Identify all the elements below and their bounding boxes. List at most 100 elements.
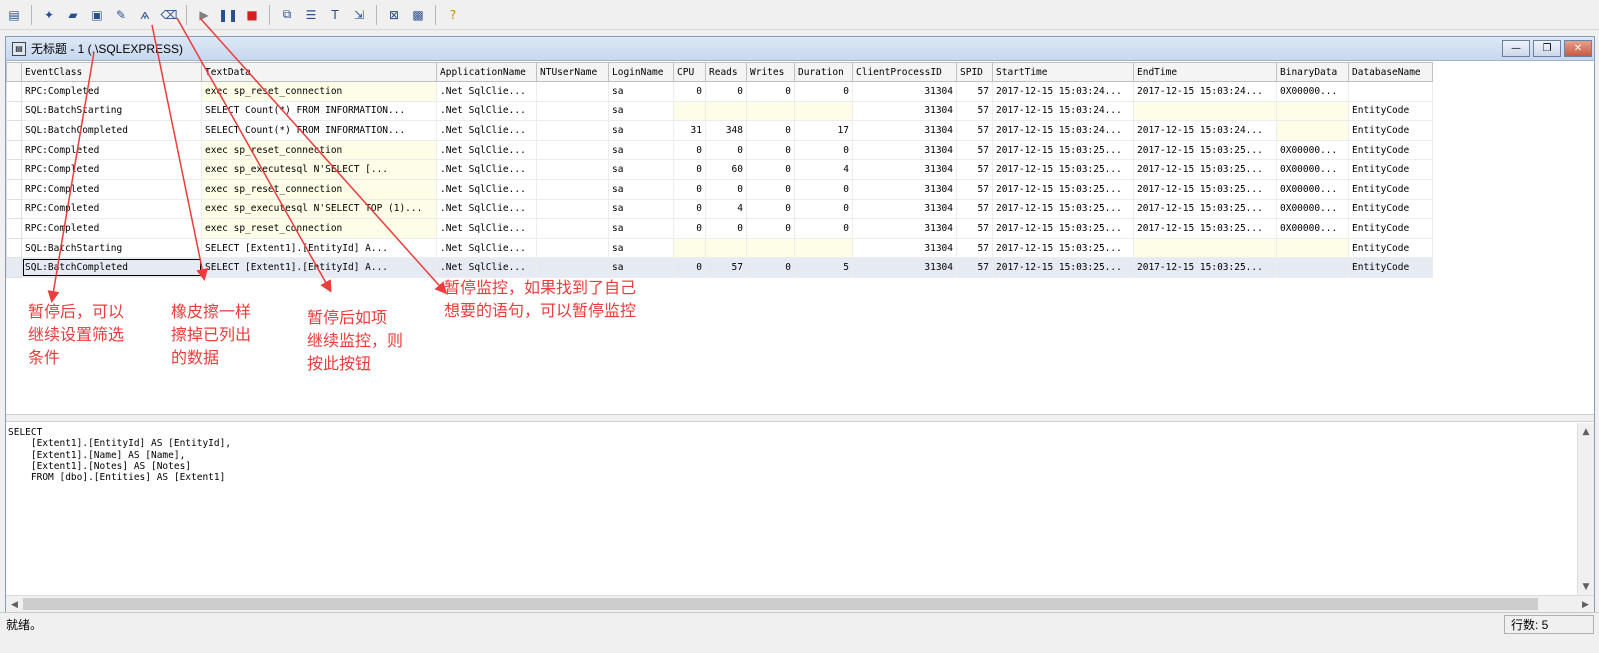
- column-header-starttime[interactable]: StartTime: [992, 62, 1134, 82]
- row-header[interactable]: [6, 159, 22, 180]
- template-icon[interactable]: ✎: [111, 5, 131, 25]
- row-header[interactable]: [6, 120, 22, 141]
- properties-icon[interactable]: ▤: [4, 5, 24, 25]
- run-icon[interactable]: ▶: [194, 5, 214, 25]
- cell-reads: 60: [705, 159, 747, 180]
- cell-cpu: 0: [673, 198, 706, 220]
- textdata-pane[interactable]: SELECT [Extent1].[EntityId] AS [EntityId…: [6, 423, 1576, 595]
- pause-icon[interactable]: ❚❚: [218, 5, 238, 25]
- cell-writes: 0: [746, 81, 795, 102]
- column-icon[interactable]: T: [325, 5, 345, 25]
- cell-reads: 0: [705, 178, 747, 200]
- cell-reads: [705, 100, 747, 122]
- cell-clientprocessid: 31304: [852, 178, 957, 200]
- row-header[interactable]: [6, 81, 22, 102]
- horizontal-scrollbar[interactable]: ◀ ▶: [6, 595, 1594, 612]
- window-titlebar[interactable]: ▤ 无标题 - 1 (.\SQLEXPRESS) — ❐ ✕: [6, 37, 1594, 61]
- scroll-up-icon[interactable]: ▲: [1578, 423, 1594, 440]
- column-header-endtime[interactable]: EndTime: [1133, 62, 1277, 82]
- scroll-right-icon[interactable]: ▶: [1577, 596, 1594, 613]
- cell-starttime: 2017-12-15 15:03:25...: [992, 139, 1134, 161]
- cell-databasename: EntityCode: [1348, 237, 1433, 259]
- column-header-binarydata[interactable]: BinaryData: [1276, 62, 1349, 82]
- table-row[interactable]: RPC:Completed exec sp_reset_connection .Ne…: [6, 178, 1433, 200]
- row-header[interactable]: [6, 257, 22, 278]
- cell-endtime: 2017-12-15 15:03:25...: [1133, 159, 1277, 180]
- column-header-writes[interactable]: Writes: [746, 62, 795, 82]
- annotation-eraser: 橡皮擦一样 擦掉已列出 的数据: [171, 302, 252, 367]
- table-row[interactable]: SQL:BatchCompleted SELECT [Extent1].[Enti…: [6, 257, 1433, 278]
- cell-cpu: 31: [673, 120, 706, 141]
- cell-ntusername: [536, 237, 609, 259]
- row-header[interactable]: [6, 237, 22, 259]
- close-button[interactable]: ✕: [1564, 40, 1592, 57]
- column-header-loginname[interactable]: LoginName: [608, 62, 674, 82]
- tuning-icon[interactable]: ⊠: [384, 5, 404, 25]
- cell-endtime: [1133, 100, 1277, 122]
- row-header[interactable]: [6, 218, 22, 239]
- vertical-scrollbar[interactable]: ▲ ▼: [1577, 423, 1594, 595]
- scroll-down-icon[interactable]: ▼: [1578, 578, 1594, 595]
- stop-icon[interactable]: ■: [242, 5, 262, 25]
- column-header-reads[interactable]: Reads: [705, 62, 747, 82]
- cell-writes: 0: [746, 159, 795, 180]
- table-row[interactable]: RPC:Completed exec sp_reset_connection .Ne…: [6, 139, 1433, 161]
- cell-applicationname: .Net SqlClie...: [436, 218, 537, 239]
- eraser-icon[interactable]: ⌫: [159, 5, 179, 25]
- scroll-left-icon[interactable]: ◀: [6, 596, 23, 613]
- find-icon[interactable]: ѧ: [135, 5, 155, 25]
- cell-cpu: 0: [673, 178, 706, 200]
- row-header[interactable]: [6, 178, 22, 200]
- cell-databasename: EntityCode: [1348, 257, 1433, 278]
- new-trace-icon[interactable]: ✦: [39, 5, 59, 25]
- minimize-button[interactable]: —: [1502, 40, 1530, 57]
- cell-reads: 0: [705, 139, 747, 161]
- cell-cpu: [673, 237, 706, 259]
- header-row: EventClass TextData ApplicationName NTUserN…: [6, 62, 1433, 82]
- restore-button[interactable]: ❐: [1533, 40, 1561, 57]
- column-header-cpu[interactable]: CPU: [673, 62, 706, 82]
- cell-applicationname: .Net SqlClie...: [436, 237, 537, 259]
- column-header-spid[interactable]: SPID: [956, 62, 993, 82]
- auto-scroll-icon[interactable]: ⇲: [349, 5, 369, 25]
- table-row[interactable]: RPC:Completed exec sp_reset_connection .Ne…: [6, 218, 1433, 239]
- table-row[interactable]: SQL:BatchStarting SELECT Count(*) FROM I…: [6, 100, 1433, 122]
- cell-duration: 4: [794, 159, 853, 180]
- cell-reads: 0: [705, 218, 747, 239]
- pane-splitter[interactable]: [6, 414, 1594, 422]
- column-header-duration[interactable]: Duration: [794, 62, 853, 82]
- group-icon[interactable]: ☰: [301, 5, 321, 25]
- cell-endtime: [1133, 237, 1277, 259]
- perfmon-icon[interactable]: ▩: [408, 5, 428, 25]
- cell-eventclass: SQL:BatchStarting: [21, 237, 202, 259]
- column-header-textdata[interactable]: TextData: [201, 62, 437, 82]
- table-row[interactable]: RPC:Completed exec sp_reset_connection .Ne…: [6, 81, 1433, 102]
- cell-binarydata: [1276, 120, 1349, 141]
- table-row[interactable]: RPC:Completed exec sp_executesql N'SELECT…: [6, 198, 1433, 220]
- scroll-thumb[interactable]: [23, 598, 1538, 610]
- cell-binarydata: 0X00000...: [1276, 218, 1349, 239]
- save-icon[interactable]: ▣: [87, 5, 107, 25]
- cell-databasename: EntityCode: [1348, 198, 1433, 220]
- column-header-clientprocessid[interactable]: ClientProcessID: [852, 62, 957, 82]
- column-header-databasename[interactable]: DatabaseName: [1348, 62, 1433, 82]
- column-header-eventclass[interactable]: EventClass: [21, 62, 202, 82]
- cell-loginname: sa: [608, 120, 674, 141]
- cell-applicationname: .Net SqlClie...: [436, 178, 537, 200]
- cell-textdata: SELECT [Extent1].[EntityId] A...: [201, 257, 437, 278]
- table-row[interactable]: SQL:BatchCompleted SELECT Count(*) FROM …: [6, 120, 1433, 141]
- window-controls: — ❐ ✕: [1499, 40, 1592, 57]
- help-icon[interactable]: ?: [443, 5, 463, 25]
- column-header-applicationname[interactable]: ApplicationName: [436, 62, 537, 82]
- cell-writes: [746, 100, 795, 122]
- row-header[interactable]: [6, 139, 22, 161]
- table-row[interactable]: SQL:BatchStarting SELECT [Extent1].[Entit…: [6, 237, 1433, 259]
- row-header[interactable]: [6, 198, 22, 220]
- row-header[interactable]: [6, 100, 22, 122]
- open-icon[interactable]: ▰: [63, 5, 83, 25]
- filter-icon[interactable]: ⧉: [277, 5, 297, 25]
- column-header-ntusername[interactable]: NTUserName: [536, 62, 609, 82]
- cell-endtime: 2017-12-15 15:03:25...: [1133, 139, 1277, 161]
- table-row[interactable]: RPC:Completed exec sp_executesql N'SELECT…: [6, 159, 1433, 180]
- cell-writes: 0: [746, 178, 795, 200]
